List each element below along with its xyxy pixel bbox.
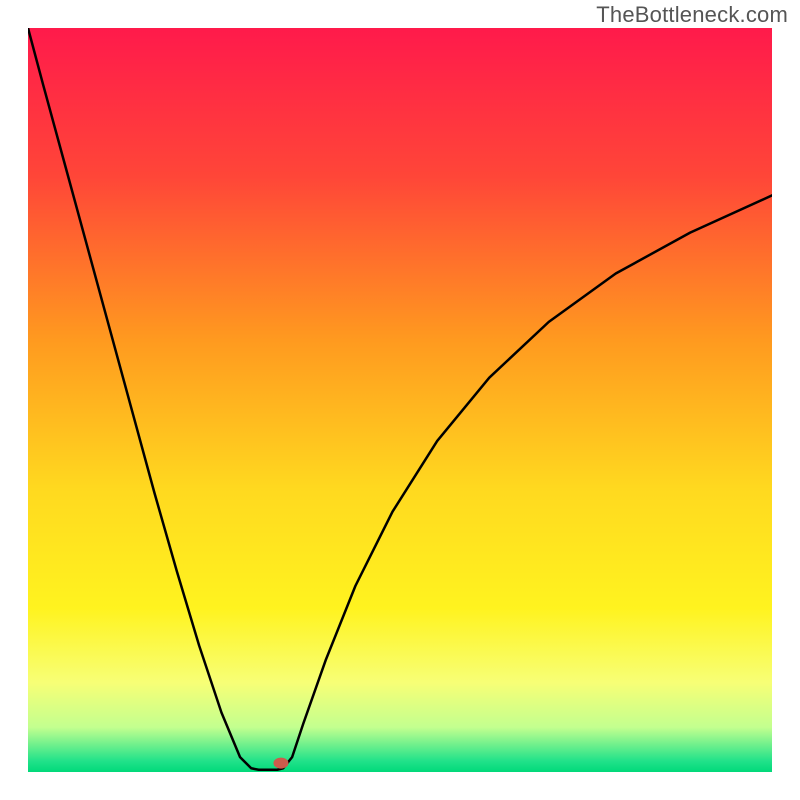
minimum-marker-dot <box>274 758 288 768</box>
chart-frame: TheBottleneck.com <box>0 0 800 800</box>
watermark-text: TheBottleneck.com <box>596 2 788 28</box>
chart-svg <box>28 28 772 772</box>
gradient-background <box>28 28 772 772</box>
chart-plot-area <box>28 28 772 772</box>
